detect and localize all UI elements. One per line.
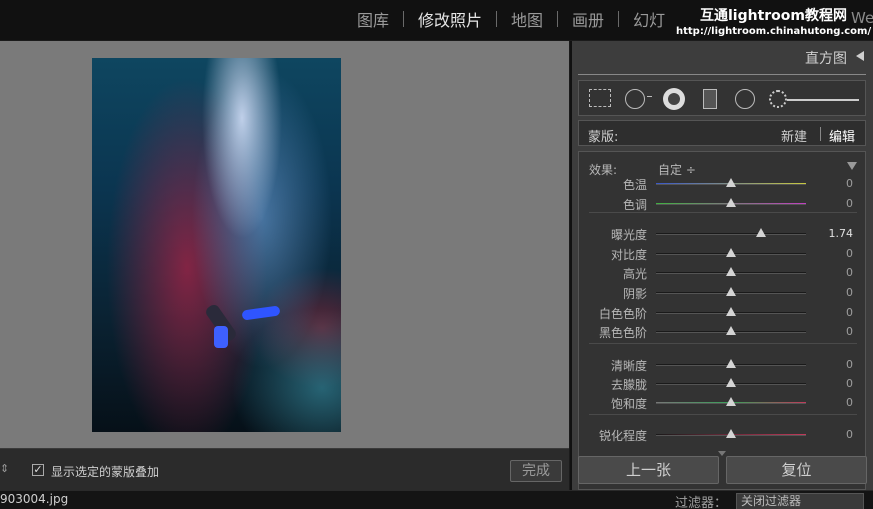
reset-button[interactable]: 复位 — [726, 456, 867, 484]
slider-value[interactable]: 0 — [846, 428, 853, 441]
slider-row: 黑色色阶 0 — [579, 323, 865, 341]
slider-value[interactable]: 0 — [846, 396, 853, 409]
show-mask-overlay-checkbox[interactable]: ✓ — [32, 464, 44, 476]
mask-label: 蒙版: — [588, 130, 619, 145]
slider-value[interactable]: 0 — [846, 177, 853, 190]
slider-value[interactable]: 0 — [846, 247, 853, 260]
spot-arrow-icon — [647, 96, 652, 97]
slider-row: 曝光度 1.74 — [579, 225, 865, 243]
module-web-partial[interactable]: We — [851, 9, 873, 27]
develop-right-panel: 直方图 蒙版: 新建 编辑 效果: 自定 ÷ 色温 0 色调 0 曝光度 1.74 对比度 0… — [570, 41, 873, 490]
slider-row: 白色色阶 0 — [579, 304, 865, 322]
slider-row: 饱和度 0 — [579, 394, 865, 412]
module-develop[interactable]: 修改照片 — [404, 7, 496, 31]
watermark-url: http://lightroom.chinahutong.com/ — [676, 26, 872, 37]
section-divider — [589, 414, 857, 415]
mask-new-button[interactable]: 新建 — [781, 126, 807, 145]
mask-row: 蒙版: 新建 编辑 — [578, 120, 866, 146]
slider-label: 阴影 — [622, 287, 647, 301]
slider-value[interactable]: 1.74 — [829, 227, 854, 240]
slider-label: 色调 — [622, 198, 647, 212]
slider-track[interactable] — [656, 233, 806, 235]
slider-value[interactable]: 0 — [846, 358, 853, 371]
watermark-title: 互通lightroom教程网 — [700, 8, 848, 24]
diver-fin — [214, 326, 228, 348]
slider-row: 锐化程度 0 — [579, 426, 865, 444]
slider-handle[interactable] — [726, 248, 736, 257]
slider-handle[interactable] — [726, 198, 736, 207]
module-book[interactable]: 画册 — [558, 7, 618, 31]
crop-icon[interactable] — [589, 89, 611, 107]
panel-collapse-icon[interactable] — [847, 162, 857, 170]
filter-dropdown[interactable]: 关闭过滤器 — [736, 493, 864, 509]
graduated-filter-icon[interactable] — [703, 89, 717, 109]
slider-row: 去朦胧 0 — [579, 375, 865, 393]
slider-value[interactable]: 0 — [846, 377, 853, 390]
red-eye-icon[interactable] — [663, 88, 685, 110]
filter-label: 过滤器： — [675, 496, 728, 509]
slider-value[interactable]: 0 — [846, 197, 853, 210]
adjustment-brush-icon[interactable] — [769, 90, 787, 108]
slider-value[interactable]: 0 — [846, 286, 853, 299]
slider-label: 清晰度 — [610, 359, 647, 373]
slider-value[interactable]: 0 — [846, 266, 853, 279]
diver-fin — [241, 305, 281, 321]
slider-label: 去朦胧 — [610, 378, 647, 392]
slider-handle[interactable] — [726, 178, 736, 187]
module-slideshow[interactable]: 幻灯 — [619, 7, 679, 31]
slider-handle[interactable] — [726, 429, 736, 438]
radial-filter-icon[interactable] — [735, 89, 755, 109]
slider-row: 高光 0 — [579, 264, 865, 282]
mask-edit-button[interactable]: 编辑 — [829, 126, 855, 145]
slider-label: 锐化程度 — [598, 429, 647, 443]
slider-handle[interactable] — [726, 326, 736, 335]
panel-bottom-buttons: 上一张 复位 — [578, 456, 868, 484]
show-mask-overlay-label: 显示选定的蒙版叠加 — [51, 465, 160, 479]
module-list: 图库 修改照片 地图 画册 幻灯 — [355, 7, 679, 31]
slider-label: 黑色色阶 — [598, 326, 647, 340]
slider-value[interactable]: 0 — [846, 325, 853, 338]
slider-label: 色温 — [622, 178, 647, 192]
slider-handle[interactable] — [726, 378, 736, 387]
slider-label: 饱和度 — [610, 397, 647, 411]
slider-row: 色温 0 — [579, 175, 865, 193]
photo-preview[interactable] — [92, 58, 341, 432]
slider-handle[interactable] — [726, 359, 736, 368]
section-divider — [589, 343, 857, 344]
done-button[interactable]: 完成 — [510, 460, 562, 482]
spot-removal-icon[interactable] — [625, 89, 645, 109]
module-picker: 图库 修改照片 地图 画册 幻灯 互通lightroom教程网 http://l… — [0, 0, 873, 40]
image-canvas[interactable] — [0, 41, 569, 448]
histogram-header[interactable]: 直方图 — [805, 48, 847, 68]
canvas-toolbar: ⇕ ✓ 显示选定的蒙版叠加 完成 — [0, 448, 569, 490]
slider-value[interactable]: 0 — [846, 306, 853, 319]
stepper-icon[interactable]: ⇕ — [0, 462, 9, 475]
histogram-divider — [578, 74, 866, 75]
slider-row: 阴影 0 — [579, 284, 865, 302]
slider-handle[interactable] — [726, 397, 736, 406]
collapse-left-icon[interactable] — [856, 51, 864, 61]
slider-label: 白色色阶 — [598, 307, 647, 321]
slider-handle[interactable] — [726, 267, 736, 276]
slider-handle[interactable] — [726, 307, 736, 316]
brush-tool-line — [787, 99, 859, 101]
adjustment-panel: 效果: 自定 ÷ 色温 0 色调 0 曝光度 1.74 对比度 0 高光 0 阴影 0 白色色阶 0 黑色色… — [578, 151, 866, 490]
slider-label: 对比度 — [610, 248, 647, 262]
slider-handle[interactable] — [756, 228, 766, 237]
module-map[interactable]: 地图 — [497, 7, 557, 31]
filmstrip-bar: 903004.jpg 过滤器： 关闭过滤器 — [0, 490, 873, 509]
slider-label: 高光 — [622, 267, 647, 281]
slider-handle[interactable] — [726, 287, 736, 296]
previous-button[interactable]: 上一张 — [578, 456, 719, 484]
slider-row: 清晰度 0 — [579, 356, 865, 374]
module-library[interactable]: 图库 — [355, 7, 403, 31]
slider-row: 色调 0 — [579, 195, 865, 213]
tool-strip — [578, 80, 866, 116]
current-filename[interactable]: 903004.jpg — [0, 492, 68, 506]
slider-label: 曝光度 — [610, 228, 647, 242]
slider-row: 对比度 0 — [579, 245, 865, 263]
mask-separator — [820, 127, 821, 141]
